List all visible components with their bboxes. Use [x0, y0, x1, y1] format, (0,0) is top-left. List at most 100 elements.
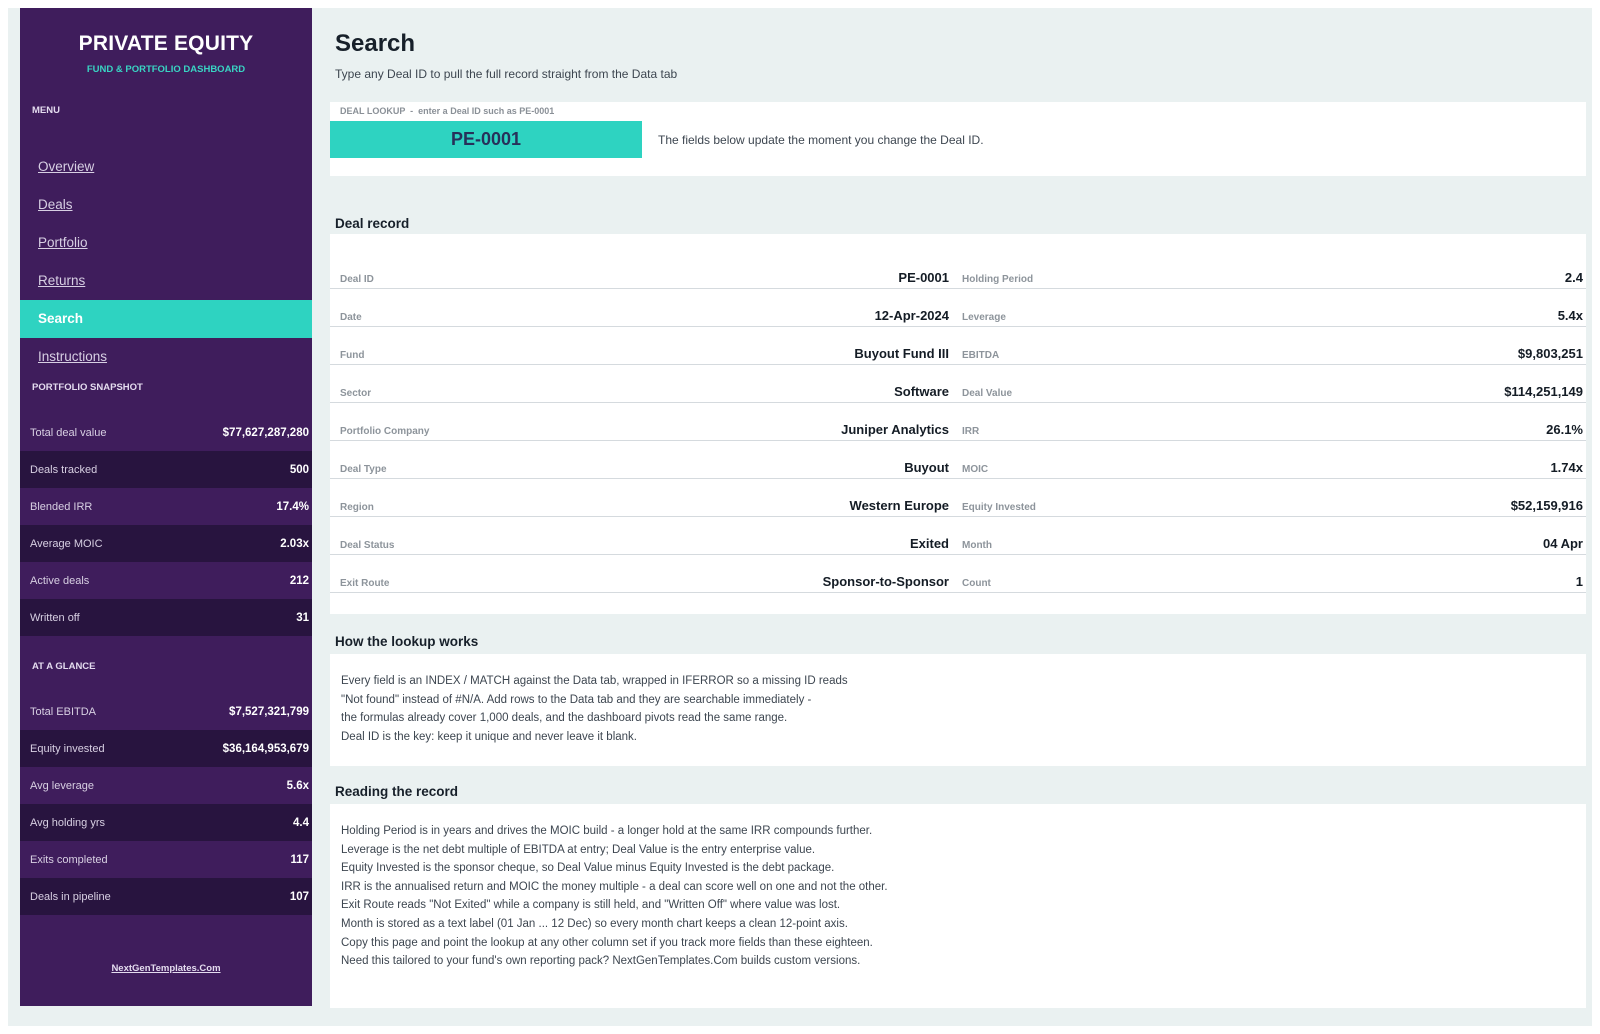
field-value: 26.1%	[1546, 422, 1583, 437]
field-label: Sector	[340, 388, 372, 399]
stat-value: 4.4	[293, 816, 309, 829]
at-a-glance-label: AT A GLANCE	[32, 661, 96, 672]
nav-item-search[interactable]: Search	[20, 300, 312, 338]
record-field: Exit Route Sponsor-to-Sponsor	[330, 572, 952, 593]
deal-id-input[interactable]: PE-0001	[330, 121, 642, 158]
field-value: $9,803,251	[1517, 346, 1583, 361]
record-field: Holding Period 2.4	[952, 268, 1586, 289]
field-value: 04 Apr	[1543, 536, 1583, 551]
field-label: Deal ID	[340, 274, 374, 285]
record-field: EBITDA $9,803,251	[952, 344, 1586, 365]
field-label: Exit Route	[340, 578, 390, 589]
deal-record-panel: Deal ID PE-0001 Date 12-Apr-2024 Fund Buyou…	[330, 234, 1586, 614]
nav-item-returns[interactable]: Returns	[20, 262, 312, 300]
nav-item-instructions[interactable]: Instructions	[20, 338, 312, 376]
paragraph-line: the formulas already cover 1,000 deals, …	[341, 712, 788, 725]
app-frame: PRIVATE EQUITY FUND & PORTFOLIO DASHBOAR…	[8, 8, 1592, 1026]
paragraph-line: Deal ID is the key: keep it unique and n…	[341, 730, 637, 743]
stat-value: 500	[289, 463, 309, 476]
record-field: Deal Value $114,251,149	[952, 382, 1586, 403]
field-label: Month	[962, 540, 992, 551]
footer-link[interactable]: NextGenTemplates.Com	[20, 963, 312, 974]
paragraph-line: Equity Invested is the sponsor cheque, s…	[341, 862, 835, 875]
stat-row: Exits completed 117	[20, 841, 312, 878]
nav-item-overview[interactable]: Overview	[20, 148, 312, 186]
field-label: Leverage	[962, 312, 1006, 323]
record-field: Region Western Europe	[330, 496, 952, 517]
field-label: Fund	[340, 350, 365, 361]
stat-row: Avg leverage 5.6x	[20, 767, 312, 804]
field-value: Buyout Fund III	[854, 346, 949, 361]
stat-label: Avg holding yrs	[30, 816, 106, 829]
reading-record-panel: Holding Period is in years and drives th…	[330, 804, 1586, 1008]
stat-row: Total EBITDA $7,527,321,799	[20, 693, 312, 730]
paragraph-line: Leverage is the net debt multiple of EBI…	[341, 843, 816, 856]
record-field: Count 1	[952, 572, 1586, 593]
paragraph-line: Holding Period is in years and drives th…	[341, 825, 873, 837]
record-field: Equity Invested $52,159,916	[952, 496, 1586, 517]
nav-item-portfolio[interactable]: Portfolio	[20, 224, 312, 262]
portfolio-snapshot-label: PORTFOLIO SNAPSHOT	[32, 382, 143, 393]
page-title: Search	[335, 30, 416, 57]
how-lookup-works-heading: How the lookup works	[335, 634, 479, 649]
field-label: IRR	[962, 426, 980, 437]
field-label: Holding Period	[962, 274, 1034, 285]
field-value: $52,159,916	[1510, 498, 1583, 513]
field-label: Portfolio Company	[340, 426, 430, 437]
stat-row: Deals in pipeline 107	[20, 878, 312, 915]
field-value: Exited	[909, 536, 949, 551]
main-content: Search Type any Deal ID to pull the full…	[330, 8, 1586, 1008]
record-field: IRR 26.1%	[952, 420, 1586, 441]
stat-value: 117	[290, 853, 309, 866]
stat-row: Average MOIC 2.03x	[20, 525, 312, 562]
field-label: EBITDA	[962, 350, 1000, 361]
paragraph-line: Copy this page and point the lookup at a…	[341, 936, 873, 949]
brand-subtitle: FUND & PORTFOLIO DASHBOARD	[86, 64, 246, 75]
how-lookup-works-text: Every field is an INDEX / MATCH against …	[341, 672, 848, 746]
record-field: Month 04 Apr	[952, 534, 1586, 555]
field-value: PE-0001	[898, 270, 949, 285]
field-label: MOIC	[962, 464, 989, 475]
field-value: $114,251,149	[1504, 384, 1583, 399]
at-a-glance-list: Total EBITDA $7,527,321,799 Equity invest…	[20, 693, 312, 915]
brand-title: PRIVATE EQUITY	[78, 32, 254, 55]
stat-value: 5.6x	[286, 779, 309, 792]
stat-label: Average MOIC	[30, 537, 103, 550]
record-field: Fund Buyout Fund III	[330, 344, 952, 365]
stat-row: Total deal value $77,627,287,280	[20, 414, 312, 451]
field-value: 2.4	[1564, 270, 1583, 285]
record-field: Portfolio Company Juniper Analytics	[330, 420, 952, 441]
sidebar-nav: Overview Deals Portfolio Returns Search …	[20, 148, 312, 376]
stat-label: Total deal value	[30, 426, 107, 439]
field-label: Date	[340, 312, 362, 323]
page-subtitle: Type any Deal ID to pull the full record…	[335, 67, 678, 81]
record-field: Deal ID PE-0001	[330, 268, 952, 289]
field-value: Buyout	[904, 460, 949, 475]
field-value: Software	[894, 384, 949, 399]
portfolio-snapshot-list: Total deal value $77,627,287,280 Deals tr…	[20, 414, 312, 636]
stat-row: Written off 31	[20, 599, 312, 636]
stat-value: 17.4%	[276, 500, 309, 513]
deal-record-heading: Deal record	[335, 216, 410, 231]
paragraph-line: IRR is the annualised return and MOIC th…	[341, 880, 888, 893]
lookup-caption: DEAL LOOKUP - enter a Deal ID such as PE…	[340, 106, 555, 116]
field-value: 1.74x	[1550, 460, 1583, 475]
field-label: Deal Value	[962, 388, 1013, 399]
stat-row: Active deals 212	[20, 562, 312, 599]
stat-row: Avg holding yrs 4.4	[20, 804, 312, 841]
brand: PRIVATE EQUITY FUND & PORTFOLIO DASHBOAR…	[20, 32, 312, 75]
stat-label: Avg leverage	[30, 779, 95, 792]
nav-item-deals[interactable]: Deals	[20, 186, 312, 224]
record-field: Sector Software	[330, 382, 952, 403]
field-value: Sponsor-to-Sponsor	[822, 574, 949, 589]
stat-label: Total EBITDA	[30, 705, 97, 718]
stat-label: Written off	[30, 611, 80, 624]
field-value: 5.4x	[1557, 308, 1583, 323]
paragraph-line: Need this tailored to your fund's own re…	[341, 955, 861, 968]
paragraph-line: "Not found" instead of #N/A. Add rows to…	[341, 693, 812, 706]
stat-value: 212	[289, 574, 309, 587]
record-field: Deal Status Exited	[330, 534, 952, 555]
how-lookup-works-panel: Every field is an INDEX / MATCH against …	[330, 654, 1586, 766]
paragraph-line: Exit Route reads "Not Exited" while a co…	[341, 899, 841, 912]
stat-value: $7,527,321,799	[229, 705, 309, 718]
